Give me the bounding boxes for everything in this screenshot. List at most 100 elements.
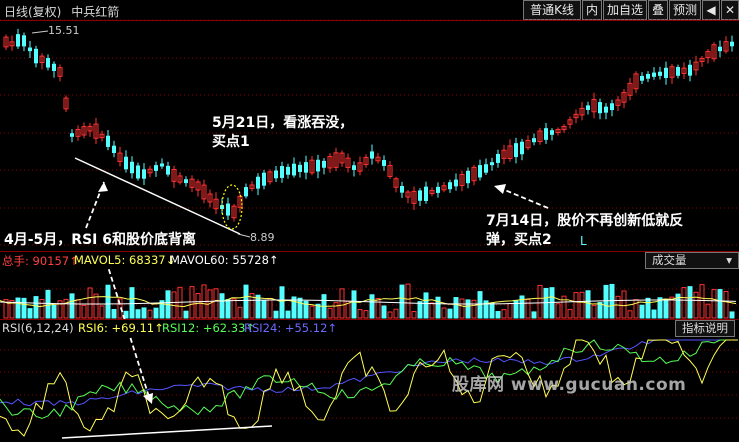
volume-bar	[651, 309, 657, 319]
candle-body	[436, 186, 440, 193]
rsi-panel-header: RSI(6,12,24) RSI6: +69.11↑ RSI12: +62.33…	[0, 319, 739, 337]
volume-bar	[531, 311, 537, 319]
volume-bar	[615, 295, 621, 319]
volume-bar	[273, 310, 279, 319]
total-volume: 总手: 90157↑	[2, 254, 79, 268]
volume-bar	[381, 305, 387, 319]
candle-body	[262, 172, 266, 186]
candle-body	[676, 67, 680, 76]
volume-bar	[369, 294, 375, 319]
volume-bar	[93, 293, 99, 319]
volume-bar	[225, 299, 231, 319]
volume-bar	[399, 284, 405, 319]
volume-bar	[459, 298, 465, 319]
volume-bar	[465, 299, 471, 319]
candle-body	[550, 130, 554, 135]
candle-body	[142, 169, 146, 179]
volume-bar	[111, 308, 117, 319]
volume-bar	[471, 299, 477, 319]
candle-body	[490, 162, 494, 166]
candle-body	[610, 103, 614, 111]
chevron-down-icon: ▾	[726, 253, 732, 267]
volume-bar	[603, 284, 609, 319]
volume-bar	[279, 286, 285, 319]
candle-body	[658, 71, 662, 76]
volume-bar	[363, 310, 369, 319]
volume-bar	[435, 296, 441, 319]
candle-body	[154, 165, 158, 171]
candle-body	[46, 57, 50, 68]
volume-bar	[375, 297, 381, 319]
volume-bar	[39, 299, 45, 319]
volume-bar	[237, 306, 243, 319]
candle-body	[22, 35, 26, 47]
candle-body	[286, 166, 290, 175]
volume-bar	[645, 297, 651, 319]
buy-point-1-note: 5月21日，看涨吞没， 买点1	[212, 114, 353, 152]
volume-bar	[609, 283, 615, 319]
rsi24-value: RSI24: +55.12↑	[244, 321, 338, 335]
volume-bar	[21, 297, 27, 319]
candle-body	[244, 187, 248, 197]
divergence-note: 4月-5月，RSI 6和股价底背离	[4, 232, 196, 248]
candle-body	[520, 141, 524, 155]
volume-bar	[621, 290, 627, 319]
volume-bar	[339, 288, 345, 319]
candle-body	[514, 143, 518, 158]
volume-bar	[525, 298, 531, 319]
candle-body	[532, 138, 536, 143]
volume-bar	[423, 292, 429, 319]
indicator-help-button[interactable]: 指标说明	[675, 320, 735, 337]
volume-bar	[453, 297, 459, 319]
candle-body	[124, 156, 128, 170]
volume-bar	[129, 287, 135, 319]
arrowhead	[494, 184, 506, 194]
volume-bar	[507, 303, 513, 319]
rsi-params: RSI(6,12,24)	[2, 321, 74, 335]
candle-body	[106, 135, 110, 147]
volume-bar	[705, 303, 711, 319]
buy-point-2-arrow	[499, 187, 549, 209]
volume-bar	[255, 294, 261, 319]
buy-point-1-line1: 5月21日，看涨吞没，	[212, 115, 354, 131]
low-price-pointer	[237, 233, 251, 238]
rsi-up-trendline	[61, 425, 273, 439]
rsi12-value: RSI12: +62.33↑	[162, 321, 256, 335]
candle-body	[136, 165, 140, 179]
volume-bar	[711, 289, 717, 319]
volume-bar	[591, 305, 597, 319]
candle-body	[166, 165, 170, 175]
volume-bar	[183, 310, 189, 319]
volume-bar	[585, 290, 591, 319]
buy-point-1-line2: 买点1	[212, 134, 250, 150]
volume-bar	[417, 301, 423, 319]
volume-bar	[681, 287, 687, 319]
candle-body	[586, 105, 590, 110]
volume-bar	[219, 293, 225, 319]
volume-bar	[537, 284, 543, 319]
candle-body	[688, 64, 692, 76]
candle-body	[316, 159, 320, 172]
volume-bar	[99, 305, 105, 319]
candle-body	[652, 72, 656, 77]
volume-bar	[267, 297, 273, 319]
indicator-select-dropdown[interactable]: 成交量 ▾	[645, 252, 739, 269]
candle-body	[424, 186, 428, 201]
candle-body	[298, 164, 302, 172]
candle-body	[454, 179, 458, 187]
volume-bar	[141, 307, 147, 319]
candle-body	[52, 63, 56, 71]
volume-bar	[555, 303, 561, 319]
candle-body	[304, 162, 308, 173]
buy-point-2-line1: 7月14日，股价不再创新低就反	[486, 213, 684, 229]
candle-body	[418, 190, 422, 201]
volume-bar	[33, 296, 39, 319]
volume-bar	[261, 299, 267, 319]
candle-body	[34, 48, 38, 64]
indicator-select-label: 成交量	[652, 253, 687, 267]
volume-bar	[411, 310, 417, 319]
volume-bar	[639, 304, 645, 319]
volume-bar	[663, 300, 669, 319]
buy-point-2-line2: 弹，买点2	[486, 232, 552, 248]
candle-body	[466, 170, 470, 184]
